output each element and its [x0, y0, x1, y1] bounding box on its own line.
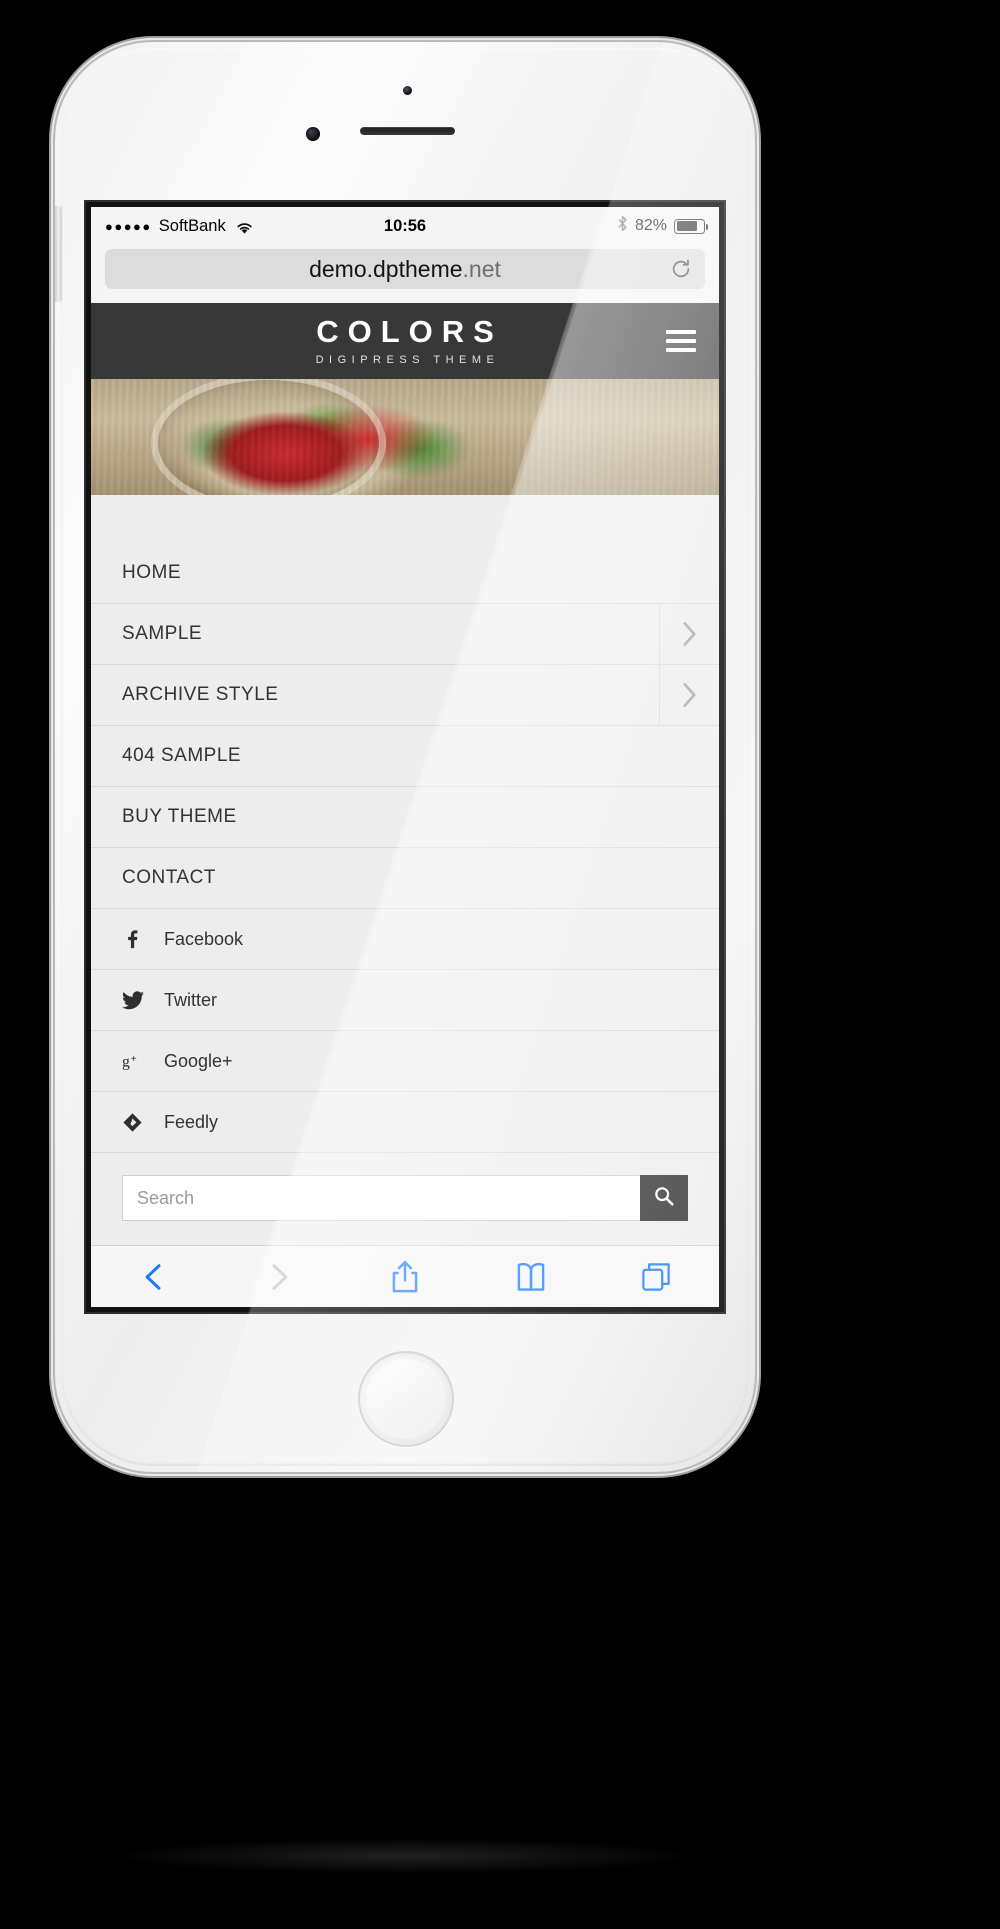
- battery-icon: [674, 218, 708, 234]
- battery-percent-label: 82%: [634, 217, 667, 234]
- social-item-label: Twitter: [164, 989, 218, 1010]
- facebook-icon: [122, 928, 152, 950]
- search-icon: [653, 1185, 675, 1212]
- nav-item-label: HOME: [122, 562, 181, 583]
- chevron-right-icon[interactable]: [659, 665, 719, 725]
- site-tagline: DIGIPRESS THEME: [315, 354, 500, 366]
- nav-item-label: CONTACT: [122, 867, 216, 888]
- phone-screen: ●●●●● SoftBank 10:56 82% demo.dptheme.ne…: [91, 207, 719, 1307]
- social-item-twitter[interactable]: Twitter: [91, 970, 719, 1031]
- volume-down-button[interactable]: [55, 144, 62, 206]
- front-camera: [403, 86, 412, 95]
- site-logo: COLORS: [316, 314, 503, 349]
- social-item-google-[interactable]: g + Google+: [91, 1031, 719, 1092]
- hamburger-menu-icon[interactable]: [666, 330, 696, 352]
- status-bar-right: 82%: [617, 215, 708, 237]
- social-item-label: Facebook: [164, 928, 244, 949]
- nav-item-buy-theme[interactable]: BUY THEME: [91, 787, 719, 848]
- nav-item-home[interactable]: HOME: [91, 543, 719, 604]
- nav-item-label: 404 SAMPLE: [122, 745, 242, 766]
- search-area: Search: [91, 1153, 719, 1251]
- url-tld: .net: [462, 255, 501, 282]
- nav-item-contact[interactable]: CONTACT: [91, 848, 719, 909]
- tabs-button[interactable]: [593, 1262, 719, 1292]
- hero-texture: [91, 379, 719, 495]
- back-button[interactable]: [91, 1260, 217, 1294]
- twitter-icon: [122, 990, 152, 1010]
- mobile-nav-menu: HOME SAMPLE ARCHIVE STYLE 404 SAMPLE BUY THE…: [91, 495, 719, 1251]
- social-item-label: Google+: [164, 1050, 233, 1071]
- url-field[interactable]: demo.dptheme.net: [105, 249, 705, 289]
- social-item-label: Feedly: [164, 1111, 219, 1132]
- chevron-right-icon[interactable]: [659, 604, 719, 664]
- hero-image: [91, 379, 719, 495]
- search-placeholder: Search: [137, 1187, 195, 1208]
- volume-up-button[interactable]: [55, 82, 62, 144]
- svg-text:g: g: [122, 1054, 130, 1071]
- bluetooth-icon: [617, 215, 628, 237]
- bookmarks-button[interactable]: [468, 1261, 594, 1293]
- signal-strength-dots: ●●●●●: [105, 218, 152, 234]
- nav-item-label: BUY THEME: [122, 806, 237, 827]
- nav-item-label: ARCHIVE STYLE: [122, 684, 279, 705]
- nav-top-spacer: [91, 495, 719, 543]
- social-item-feedly[interactable]: Feedly: [91, 1092, 719, 1153]
- iphone-device-frame: ●●●●● SoftBank 10:56 82% demo.dptheme.ne…: [55, 42, 755, 1472]
- url-host-strong: demo.dptheme: [309, 255, 463, 282]
- nav-list: HOME SAMPLE ARCHIVE STYLE 404 SAMPLE BUY THE…: [91, 543, 719, 909]
- url-text: demo.dptheme.net: [309, 256, 501, 283]
- social-list: Facebook Twitter g + Google+ Feedly: [91, 909, 719, 1153]
- reload-icon[interactable]: [670, 258, 692, 280]
- device-shadow: [120, 1839, 690, 1873]
- google-plus-icon: g +: [122, 1051, 152, 1071]
- site-header: COLORS DIGIPRESS THEME: [91, 303, 719, 379]
- search-submit-button[interactable]: [640, 1175, 688, 1221]
- browser-toolbar: [91, 1245, 719, 1307]
- proximity-sensor: [306, 127, 320, 141]
- forward-button: [217, 1260, 343, 1294]
- nav-item-404-sample[interactable]: 404 SAMPLE: [91, 726, 719, 787]
- nav-item-sample[interactable]: SAMPLE: [91, 604, 719, 665]
- svg-text:+: +: [131, 1054, 137, 1065]
- social-item-facebook[interactable]: Facebook: [91, 909, 719, 970]
- status-bar-left: ●●●●● SoftBank: [105, 217, 253, 236]
- nav-item-label: SAMPLE: [122, 623, 203, 644]
- status-bar: ●●●●● SoftBank 10:56 82%: [91, 207, 719, 245]
- carrier-label: SoftBank: [158, 216, 226, 235]
- earpiece-speaker: [360, 127, 455, 135]
- home-button[interactable]: [358, 1351, 454, 1447]
- browser-url-bar: demo.dptheme.net: [91, 245, 719, 303]
- wifi-icon: [236, 220, 253, 234]
- ring-silent-switch[interactable]: [55, 42, 62, 82]
- share-button[interactable]: [342, 1260, 468, 1294]
- nav-item-archive-style[interactable]: ARCHIVE STYLE: [91, 665, 719, 726]
- power-button[interactable]: [55, 206, 62, 302]
- search-input[interactable]: Search: [122, 1175, 640, 1221]
- feedly-icon: [122, 1112, 152, 1133]
